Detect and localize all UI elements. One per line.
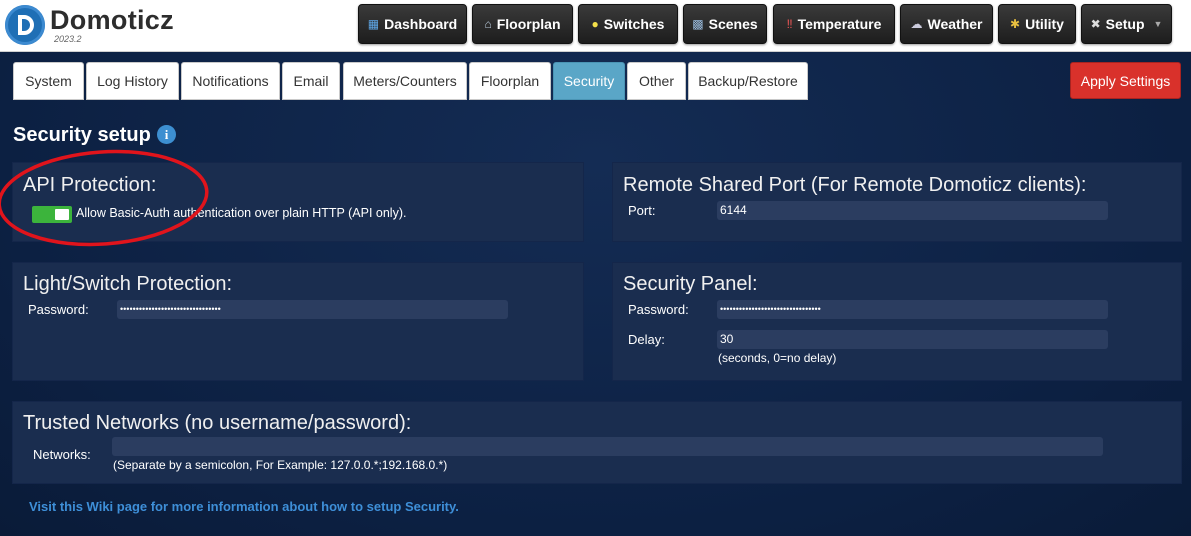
wiki-link[interactable]: Visit this Wiki page for more informatio… [29,499,459,514]
nav-switches-button[interactable]: ● Switches [578,4,678,44]
trusted-networks-title: Trusted Networks (no username/password): [23,412,412,434]
nav-label: Floorplan [496,16,561,32]
brand-version: 2023.2 [54,34,82,44]
api-protection-title: API Protection: [23,174,157,196]
remote-port-title: Remote Shared Port (For Remote Domoticz … [623,174,1087,196]
nav-setup-button[interactable]: ✖ Setup ▼ [1081,4,1172,44]
nav-label: Utility [1025,16,1064,32]
nav-label: Setup [1105,16,1145,32]
house-icon: ⌂ [484,17,492,31]
tools-icon: ✖ [1090,17,1101,31]
page-title: Security setup [13,124,151,146]
clapper-icon: ▩ [692,17,704,31]
top-navbar: Domoticz 2023.2 ▦ Dashboard ⌂ Floorplan … [0,0,1191,52]
basic-auth-toggle[interactable] [32,206,72,223]
port-input[interactable]: 6144 [717,201,1108,220]
security-panel-password-input[interactable]: •••••••••••••••••••••••••••••••• [717,300,1108,319]
nav-label: Scenes [708,16,758,32]
chevron-down-icon: ▼ [1153,19,1163,29]
delay-label: Delay: [628,332,665,347]
security-panel-title: Security Panel: [623,273,758,295]
networks-input[interactable] [112,437,1103,456]
light-switch-password-label: Password: [28,302,89,317]
delay-input[interactable]: 30 [717,330,1108,349]
cloud-icon: ☁ [910,17,923,31]
thermometer-icon: ‼ [786,17,793,31]
basic-auth-label: Allow Basic-Auth authentication over pla… [76,206,407,220]
nav-weather-button[interactable]: ☁ Weather [900,4,993,44]
lightbulb-icon: ● [591,17,599,31]
tab-notifications[interactable]: Notifications [181,62,280,100]
nav-label: Weather [927,16,983,32]
nav-scenes-button[interactable]: ▩ Scenes [683,4,767,44]
tab-floorplan[interactable]: Floorplan [469,62,551,100]
nav-label: Switches [603,16,665,32]
nav-label: Dashboard [384,16,458,32]
utility-icon: ✱ [1010,17,1021,31]
nav-dashboard-button[interactable]: ▦ Dashboard [358,4,467,44]
security-panel-password-label: Password: [628,302,689,317]
apply-settings-button[interactable]: Apply Settings [1070,62,1181,99]
tab-log-history[interactable]: Log History [86,62,179,100]
nav-label: Temperature [797,16,882,32]
tab-other[interactable]: Other [627,62,686,100]
brand-name[interactable]: Domoticz [50,5,174,36]
dashboard-icon: ▦ [367,17,380,31]
networks-label: Networks: [33,447,91,462]
tab-security[interactable]: Security [553,62,625,100]
tab-email[interactable]: Email [282,62,340,100]
info-icon[interactable]: i [157,125,176,144]
nav-floorplan-button[interactable]: ⌂ Floorplan [472,4,573,44]
port-label: Port: [628,203,656,218]
domoticz-logo-icon[interactable] [5,5,45,45]
nav-temperature-button[interactable]: ‼ Temperature [773,4,895,44]
light-switch-title: Light/Switch Protection: [23,273,232,295]
nav-utility-button[interactable]: ✱ Utility [998,4,1076,44]
toggle-knob [55,209,69,220]
tab-system[interactable]: System [13,62,84,100]
delay-hint: (seconds, 0=no delay) [718,351,837,365]
networks-hint: (Separate by a semicolon, For Example: 1… [113,458,448,472]
light-switch-password-input[interactable]: •••••••••••••••••••••••••••••••• [117,300,508,319]
tab-backup-restore[interactable]: Backup/Restore [688,62,808,100]
tab-meters-counters[interactable]: Meters/Counters [343,62,467,100]
